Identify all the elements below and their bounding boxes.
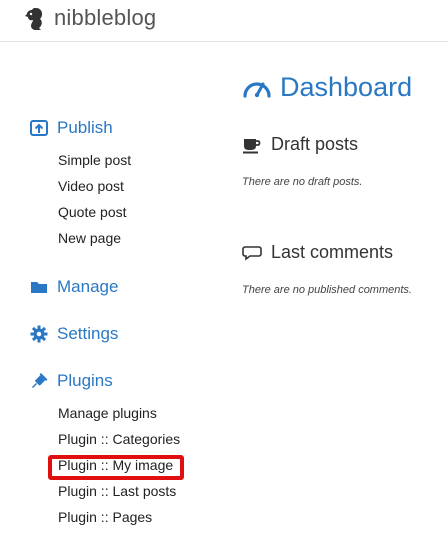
sidebar-settings[interactable]: Settings	[30, 322, 118, 346]
menu-new-page[interactable]: New page	[58, 230, 121, 246]
gauge-icon	[243, 81, 271, 98]
highlight-box	[48, 455, 184, 480]
menu-manage-plugins[interactable]: Manage plugins	[58, 405, 157, 421]
page-title: Dashboard	[242, 72, 412, 103]
dashboard-title: Dashboard	[280, 72, 413, 102]
sidebar-manage[interactable]: Manage	[30, 275, 118, 299]
last-comments-title: Last comments	[271, 242, 394, 262]
draft-posts-header: Draft posts	[242, 134, 358, 155]
menu-video-post[interactable]: Video post	[58, 178, 124, 194]
brand-name[interactable]: nibbleblog	[54, 5, 156, 31]
publish-label: Publish	[57, 118, 113, 137]
menu-plugin-last-posts[interactable]: Plugin :: Last posts	[58, 483, 176, 499]
manage-label: Manage	[57, 277, 119, 296]
sidebar-publish[interactable]: Publish	[30, 116, 113, 140]
menu-quote-post[interactable]: Quote post	[58, 204, 127, 220]
menu-simple-post[interactable]: Simple post	[58, 152, 131, 168]
comment-icon	[242, 245, 262, 261]
last-comments-header: Last comments	[242, 242, 393, 263]
squirrel-icon[interactable]	[22, 6, 44, 32]
gear-icon	[30, 325, 48, 343]
settings-section: Settings	[30, 322, 118, 346]
plugins-label: Plugins	[57, 371, 113, 390]
coffee-icon	[243, 138, 261, 153]
plug-icon	[32, 373, 48, 388]
publish-section: Publish	[30, 116, 113, 140]
last-comments-empty: There are no published comments.	[242, 284, 412, 296]
sidebar-plugins[interactable]: Plugins	[30, 369, 113, 393]
settings-label: Settings	[57, 324, 119, 343]
folder-icon	[31, 282, 47, 293]
menu-plugin-categories[interactable]: Plugin :: Categories	[58, 431, 180, 447]
draft-posts-empty: There are no draft posts.	[242, 176, 363, 188]
menu-plugin-pages[interactable]: Plugin :: Pages	[58, 509, 152, 525]
manage-section: Manage	[30, 275, 118, 299]
header: nibbleblog	[0, 0, 448, 42]
draft-posts-title: Draft posts	[271, 134, 359, 154]
upload-icon	[30, 120, 48, 136]
plugins-section: Plugins	[30, 369, 113, 393]
